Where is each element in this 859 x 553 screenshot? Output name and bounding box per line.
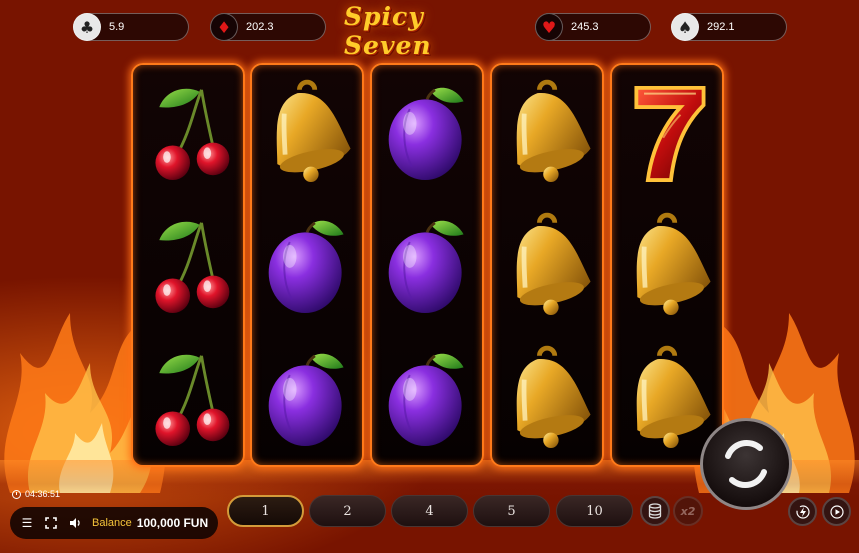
play-icon <box>829 504 844 519</box>
game-title: Spicy Seven <box>344 2 432 60</box>
seven-icon <box>619 77 719 189</box>
stat-heart-value: 245.3 <box>571 21 599 33</box>
cherry-icon <box>140 343 240 455</box>
clock-time: 04:36:51 <box>25 489 61 499</box>
reel-4 <box>490 63 604 467</box>
plum-icon <box>379 77 479 189</box>
plum-icon <box>379 343 479 455</box>
reel-3 <box>370 63 484 467</box>
double-button[interactable]: x2 <box>673 496 703 526</box>
clock-icon <box>12 489 21 499</box>
lightning-icon <box>795 504 810 519</box>
bet-option-1[interactable]: 1 <box>227 495 304 527</box>
reel-1 <box>131 63 245 467</box>
cherry-icon <box>140 77 240 189</box>
reel-5 <box>610 63 724 467</box>
plum-icon <box>259 210 359 322</box>
balance-label: Balance <box>92 517 132 529</box>
bell-icon <box>499 343 599 455</box>
bell-icon <box>499 77 599 189</box>
plum-icon <box>259 343 359 455</box>
stat-diamond: ♦ 202.3 <box>210 13 326 41</box>
balance-bar: ☰ Balance 100,000 FUN <box>10 507 218 539</box>
bell-icon <box>619 210 719 322</box>
club-icon: ♣ <box>73 13 101 41</box>
sound-icon[interactable] <box>68 516 82 530</box>
spade-icon: ♠ <box>671 13 699 41</box>
stat-club-value: 5.9 <box>109 21 125 33</box>
autoplay-button[interactable] <box>822 497 851 526</box>
stat-heart: ♥ 245.3 <box>535 13 651 41</box>
session-clock: 04:36:51 <box>12 489 60 499</box>
menu-icon[interactable]: ☰ <box>20 516 34 530</box>
bet-option-2[interactable]: 2 <box>309 495 386 527</box>
reel-2 <box>250 63 364 467</box>
cherry-icon <box>140 210 240 322</box>
coins-icon <box>648 503 662 519</box>
diamond-icon: ♦ <box>210 13 238 41</box>
plum-icon <box>379 210 479 322</box>
coins-button[interactable] <box>640 496 670 526</box>
stat-spade-value: 292.1 <box>707 21 735 33</box>
stat-spade: ♠ 292.1 <box>671 13 787 41</box>
bell-icon <box>259 77 359 189</box>
bell-icon <box>499 210 599 322</box>
stat-club: ♣ 5.9 <box>73 13 189 41</box>
bell-icon <box>619 343 719 455</box>
bet-option-5[interactable]: 5 <box>473 495 550 527</box>
bet-option-10[interactable]: 10 <box>556 495 633 527</box>
turbo-button[interactable] <box>788 497 817 526</box>
bet-option-4[interactable]: 4 <box>391 495 468 527</box>
spin-button[interactable] <box>700 418 792 510</box>
heart-icon: ♥ <box>535 13 563 41</box>
stat-diamond-value: 202.3 <box>246 21 274 33</box>
balance-value: 100,000 FUN <box>136 516 209 530</box>
spin-icon <box>725 439 767 489</box>
fullscreen-icon[interactable] <box>44 516 58 530</box>
game-logo: Spicy Seven <box>344 2 516 60</box>
